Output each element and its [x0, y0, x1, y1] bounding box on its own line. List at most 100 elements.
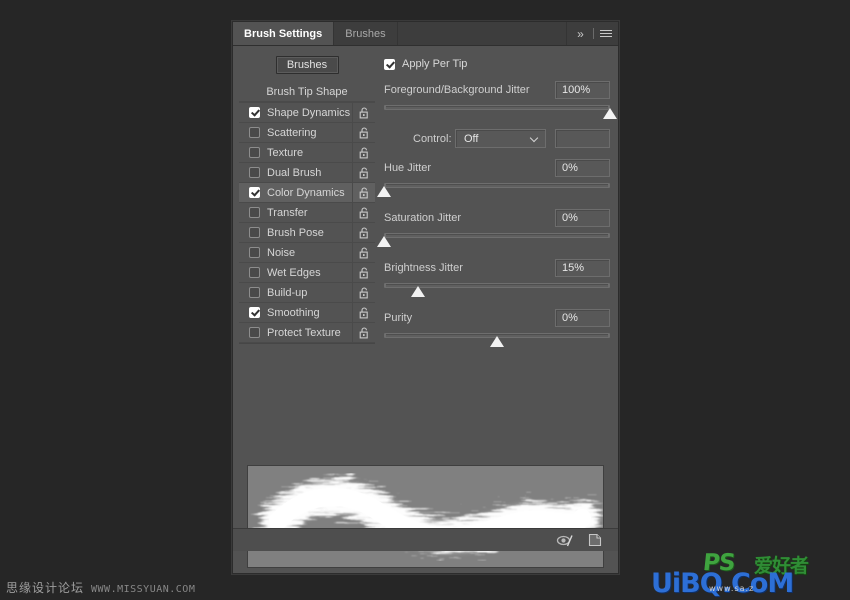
brush-option-checkbox[interactable]	[249, 327, 260, 338]
brush-option-checkbox[interactable]	[249, 287, 260, 298]
brightness-jitter-row: Brightness Jitter 15%	[384, 259, 610, 277]
brush-option-color-dynamics[interactable]: Color Dynamics	[239, 183, 375, 203]
watermark-uibq: PS 爱好者 UiBQ.CoM www.sa.z	[651, 550, 846, 599]
hue-jitter-label: Hue Jitter	[384, 162, 432, 174]
brush-option-brush-pose[interactable]: Brush Pose	[239, 223, 375, 243]
brush-option-checkbox[interactable]	[249, 227, 260, 238]
brush-option-shape-dynamics[interactable]: Shape Dynamics	[239, 103, 375, 123]
brush-tip-shape-item[interactable]: Brush Tip Shape	[239, 82, 375, 102]
new-brush-preset-button[interactable]	[586, 532, 604, 548]
brush-stroke-preview	[247, 465, 604, 568]
eye-slash-icon	[556, 534, 573, 546]
brush-option-label: Texture	[267, 146, 304, 159]
brush-option-checkbox[interactable]	[249, 307, 260, 318]
brush-option-label: Brush Pose	[267, 226, 324, 239]
saturation-jitter-row: Saturation Jitter 0%	[384, 209, 610, 227]
slider-thumb[interactable]	[603, 108, 617, 119]
purity-slider[interactable]	[384, 332, 610, 348]
hue-jitter-slider[interactable]	[377, 182, 610, 198]
control-select[interactable]: Off	[455, 129, 546, 148]
brush-option-lock-button[interactable]	[352, 203, 375, 222]
slider-thumb[interactable]	[410, 286, 425, 297]
apply-per-tip-checkbox[interactable]	[384, 58, 395, 70]
slider-track[interactable]	[384, 105, 610, 110]
hue-jitter-row: Hue Jitter 0%	[384, 159, 610, 177]
watermark-missyuan: 思缘设计论坛 WWW.MISSYUAN.COM	[6, 579, 195, 596]
brush-option-label: Smoothing	[267, 306, 320, 319]
brightness-jitter-value[interactable]: 15%	[555, 259, 610, 277]
brush-option-lock-button[interactable]	[352, 123, 375, 142]
purity-row: Purity 0%	[384, 309, 610, 327]
foreground-background-jitter-value[interactable]: 100%	[555, 81, 610, 99]
foreground-background-jitter-label: Foreground/Background Jitter	[384, 84, 530, 96]
unlocked-padlock-icon	[359, 226, 368, 238]
unlocked-padlock-icon	[359, 126, 368, 138]
brush-option-lock-button[interactable]	[352, 263, 375, 282]
brush-option-list: Shape Dynamics Scattering Texture Dual Brus…	[239, 102, 375, 344]
chevron-down-icon	[531, 135, 538, 140]
toggle-brush-preview-button[interactable]	[556, 532, 574, 548]
slider-thumb[interactable]	[377, 236, 391, 247]
brush-option-smoothing[interactable]: Smoothing	[239, 303, 375, 323]
brush-option-lock-button[interactable]	[352, 243, 375, 262]
brush-option-label: Dual Brush	[267, 166, 322, 179]
brightness-jitter-slider[interactable]	[384, 282, 610, 298]
hue-jitter-value[interactable]: 0%	[555, 159, 610, 177]
brush-option-checkbox[interactable]	[249, 107, 260, 118]
brush-option-label: Shape Dynamics	[267, 106, 351, 119]
tab-overflow-button[interactable]: »	[567, 22, 593, 45]
brush-option-build-up[interactable]: Build-up	[239, 283, 375, 303]
brush-option-label: Wet Edges	[267, 266, 321, 279]
brush-option-checkbox[interactable]	[249, 247, 260, 258]
brushes-button-label: Brushes	[286, 59, 328, 71]
brush-option-lock-button[interactable]	[352, 223, 375, 242]
unlocked-padlock-icon	[359, 286, 368, 298]
brush-option-texture[interactable]: Texture	[239, 143, 375, 163]
panel-body: Brushes Brush Tip Shape Shape Dynamics Sc…	[233, 46, 618, 568]
apply-per-tip-row[interactable]: Apply Per Tip	[384, 56, 610, 72]
slider-track[interactable]	[384, 233, 610, 238]
hamburger-menu-icon	[600, 30, 612, 31]
control-select-value: Off	[464, 132, 479, 145]
brush-option-protect-texture[interactable]: Protect Texture	[239, 323, 375, 343]
control-extra-value-field[interactable]	[555, 129, 610, 148]
panel-footer	[233, 528, 618, 551]
brush-option-lock-button[interactable]	[352, 103, 375, 122]
slider-thumb[interactable]	[377, 186, 391, 197]
brush-option-lock-button[interactable]	[352, 283, 375, 302]
brush-option-lock-button[interactable]	[352, 163, 375, 182]
foreground-background-jitter-slider[interactable]	[384, 104, 617, 120]
watermark-missyuan-url: WWW.MISSYUAN.COM	[91, 584, 196, 595]
saturation-jitter-value[interactable]: 0%	[555, 209, 610, 227]
brush-option-noise[interactable]: Noise	[239, 243, 375, 263]
brush-option-checkbox[interactable]	[249, 267, 260, 278]
brush-option-lock-button[interactable]	[352, 303, 375, 322]
panel-menu-button[interactable]	[594, 22, 618, 45]
brush-option-scattering[interactable]: Scattering	[239, 123, 375, 143]
brush-option-checkbox[interactable]	[249, 167, 260, 178]
tab-brush-settings[interactable]: Brush Settings	[233, 22, 335, 45]
brush-option-label: Transfer	[267, 206, 308, 219]
brush-option-checkbox[interactable]	[249, 187, 260, 198]
hamburger-menu-icon-line3	[600, 36, 612, 37]
slider-thumb[interactable]	[490, 336, 504, 347]
tab-brushes[interactable]: Brushes	[334, 22, 398, 45]
brush-option-dual-brush[interactable]: Dual Brush	[239, 163, 375, 183]
brush-option-lock-button[interactable]	[352, 323, 375, 342]
brush-option-checkbox[interactable]	[249, 147, 260, 158]
brush-option-checkbox[interactable]	[249, 207, 260, 218]
brightness-jitter-label: Brightness Jitter	[384, 262, 463, 274]
brush-option-checkbox[interactable]	[249, 127, 260, 138]
brush-option-transfer[interactable]: Transfer	[239, 203, 375, 223]
brush-option-lock-button[interactable]	[352, 143, 375, 162]
screen: Brush Settings Brushes » Brushes Brush T…	[0, 0, 850, 600]
saturation-jitter-label: Saturation Jitter	[384, 212, 462, 224]
brush-options-column: Brushes Brush Tip Shape Shape Dynamics Sc…	[239, 56, 375, 344]
brush-option-lock-button[interactable]	[352, 183, 375, 202]
slider-track[interactable]	[384, 183, 610, 188]
brush-option-wet-edges[interactable]: Wet Edges	[239, 263, 375, 283]
saturation-jitter-slider[interactable]	[377, 232, 610, 248]
brushes-button[interactable]: Brushes	[275, 56, 339, 74]
purity-value[interactable]: 0%	[555, 309, 610, 327]
tab-brushes-label: Brushes	[345, 27, 386, 40]
